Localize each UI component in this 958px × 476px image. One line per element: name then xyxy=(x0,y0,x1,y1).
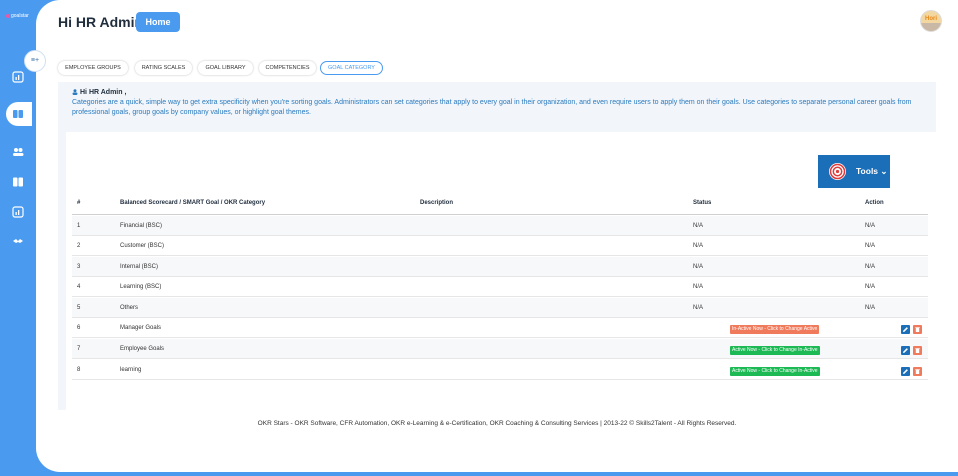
row-num: 5 xyxy=(77,305,81,311)
row-category: Internal (BSC) xyxy=(120,264,159,270)
avatar-figure xyxy=(921,23,941,31)
row-num: 2 xyxy=(77,243,81,249)
delete-icon[interactable] xyxy=(913,325,922,334)
row-status: N/A xyxy=(693,264,704,270)
row-num: 3 xyxy=(77,264,81,270)
tab-employee-groups[interactable]: EMPLOYEE GROUPS xyxy=(58,61,128,75)
edit-icon[interactable] xyxy=(901,346,910,355)
brand-logo[interactable]: goalstar xyxy=(6,13,29,19)
row-status: N/A xyxy=(693,305,704,311)
row-action: N/A xyxy=(865,243,876,249)
table-row: 4 Learning (BSC) N/A N/A xyxy=(72,277,928,297)
tab-competencies[interactable]: COMPETENCIES xyxy=(259,61,316,75)
avatar[interactable]: Hori xyxy=(920,10,942,32)
header-status: Status xyxy=(693,200,712,206)
table-header: # Balanced Scorecard / SMART Goal / OKR … xyxy=(72,200,928,212)
table-row: 1 Financial (BSC) N/A N/A xyxy=(72,216,928,236)
row-category: Learning (BSC) xyxy=(120,284,162,290)
user-icon xyxy=(72,89,78,95)
row-num: 1 xyxy=(77,223,81,229)
info-description: Categories are a quick, simple way to ge… xyxy=(72,99,912,116)
info-title-text: Hi HR Admin , xyxy=(80,89,127,96)
table-row: 2 Customer (BSC) N/A N/A xyxy=(72,236,928,256)
status-toggle-button[interactable]: Active Now - Click to Change In-Active xyxy=(730,367,820,376)
book-icon[interactable] xyxy=(12,108,24,120)
table-row: 8 learning Active Now - Click to Change … xyxy=(72,360,928,380)
tools-label: Tools ⌄ xyxy=(856,166,888,176)
delete-icon[interactable] xyxy=(913,346,922,355)
status-toggle-button[interactable]: Active Now - Click to Change In-Active xyxy=(730,346,820,355)
table-row: 6 Manager Goals In-Active Now - Click to… xyxy=(72,318,928,338)
row-status: N/A xyxy=(693,223,704,229)
row-num: 8 xyxy=(77,367,81,373)
home-button[interactable]: Home xyxy=(136,12,180,32)
chart-icon[interactable] xyxy=(12,71,24,83)
report-icon[interactable] xyxy=(12,206,24,218)
tab-goal-library[interactable]: GOAL LIBRARY xyxy=(198,61,253,75)
row-num: 7 xyxy=(77,346,81,352)
row-num: 6 xyxy=(77,325,81,331)
row-action: N/A xyxy=(865,305,876,311)
header-action: Action xyxy=(865,200,884,206)
target-icon xyxy=(829,163,846,180)
header-num: # xyxy=(77,200,81,206)
row-action: N/A xyxy=(865,284,876,290)
row-category: Financial (BSC) xyxy=(120,223,163,229)
footer: OKR Stars - OKR Software, CFR Automation… xyxy=(257,420,737,427)
tab-goal-category[interactable]: GOAL CATEGORY xyxy=(320,61,383,75)
row-num: 4 xyxy=(77,284,81,290)
library-icon[interactable] xyxy=(12,176,24,188)
handshake-icon[interactable] xyxy=(12,235,24,247)
table-row: 5 Others N/A N/A xyxy=(72,298,928,318)
row-action: N/A xyxy=(865,264,876,270)
avatar-label: Hori xyxy=(925,16,937,22)
table-header-divider xyxy=(72,214,928,215)
table-row: 7 Employee Goals Active Now - Click to C… xyxy=(72,339,928,359)
row-category: Employee Goals xyxy=(120,346,165,352)
main-panel: ≡+ Hi HR Admin Home Hori EMPLOYEE GROUPS… xyxy=(24,0,958,472)
row-action: N/A xyxy=(865,223,876,229)
page-title: Hi HR Admin xyxy=(58,14,144,30)
row-category: Manager Goals xyxy=(120,325,162,331)
edit-icon[interactable] xyxy=(901,367,910,376)
row-category: Customer (BSC) xyxy=(120,243,165,249)
header-description: Description xyxy=(420,200,454,206)
status-toggle-button[interactable]: In-Active Now - Click to Change Active xyxy=(730,325,820,334)
info-title: Hi HR Admin , xyxy=(72,89,126,96)
row-status: N/A xyxy=(693,284,704,290)
delete-icon[interactable] xyxy=(913,367,922,376)
users-icon[interactable] xyxy=(12,146,24,158)
table-row: 3 Internal (BSC) N/A N/A xyxy=(72,257,928,277)
edit-icon[interactable] xyxy=(901,325,910,334)
row-category: Others xyxy=(120,305,139,311)
info-box: Hi HR Admin , Categories are a quick, si… xyxy=(58,82,936,132)
header-category: Balanced Scorecard / SMART Goal / OKR Ca… xyxy=(120,200,266,206)
tab-rating-scales[interactable]: RATING SCALES xyxy=(135,61,192,75)
tools-button[interactable]: Tools ⌄ xyxy=(818,155,890,188)
row-category: learning xyxy=(120,367,142,373)
row-status: N/A xyxy=(693,243,704,249)
sidebar-toggle-button[interactable]: ≡+ xyxy=(24,50,46,72)
